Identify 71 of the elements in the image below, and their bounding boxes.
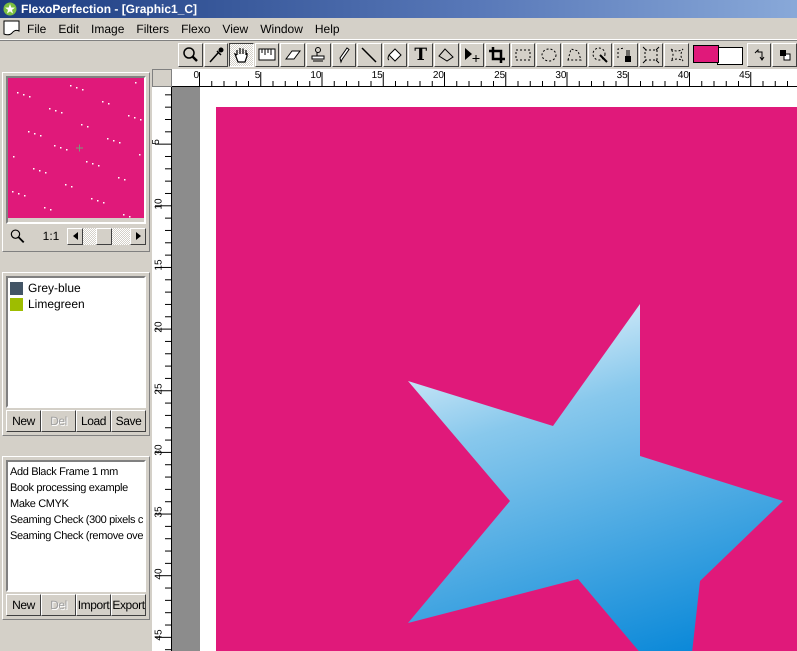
menu-item[interactable]: Help: [308, 22, 346, 36]
ruler-label: 40: [678, 71, 689, 81]
stamp-icon: [309, 46, 328, 64]
ruler-label: 15: [154, 260, 165, 271]
text-tool-button[interactable]: T: [408, 43, 433, 67]
swap-arrow-icon: [753, 49, 766, 61]
default-colors-icon: [778, 49, 791, 61]
ruler-label: 10: [154, 198, 165, 210]
menu-item[interactable]: Filters: [130, 22, 176, 36]
ruler-label: 20: [154, 321, 165, 332]
ruler-label: 35: [616, 71, 628, 81]
action-item[interactable]: Seaming Check (remove ove: [10, 530, 144, 542]
ruler-label: 25: [494, 71, 506, 81]
ruler-label: 30: [154, 444, 165, 456]
ruler-label: 35: [154, 506, 165, 518]
action-item[interactable]: Make CMYK: [10, 498, 69, 510]
menu-item[interactable]: Window: [254, 22, 309, 36]
ruler-label: 5: [152, 139, 162, 145]
ruler-label: 10: [310, 71, 322, 81]
document-icon[interactable]: [3, 20, 21, 37]
zoom-level: 1:1: [42, 229, 60, 243]
panel-button[interactable]: New: [6, 594, 41, 616]
panel-button[interactable]: New: [6, 410, 41, 432]
thumbnail-drawing[interactable]: [8, 78, 144, 218]
ruler-label: 15: [372, 71, 383, 81]
action-item[interactable]: Add Black Frame 1 mm: [10, 466, 118, 478]
right-arrow-button[interactable]: [130, 228, 146, 244]
ruler-label: 45: [154, 630, 165, 641]
ruler-label: 0: [193, 71, 199, 81]
color-name[interactable]: Limegreen: [28, 297, 85, 311]
action-item[interactable]: Book processing example: [10, 482, 128, 494]
foreground-color-swatch[interactable]: [692, 45, 719, 63]
panel-button[interactable]: Export: [111, 594, 146, 616]
menu-item[interactable]: Edit: [52, 22, 86, 36]
bucket-icon: [386, 46, 404, 64]
slider-thumb[interactable]: [96, 228, 112, 244]
right-arrow-icon: [136, 232, 140, 240]
shrink-selection-icon: [642, 46, 660, 64]
eyedropper-icon: [206, 46, 225, 64]
left-arrow-button[interactable]: [67, 228, 84, 244]
menu-item[interactable]: View: [216, 22, 254, 36]
crop-icon: [488, 46, 506, 64]
zoom-slider[interactable]: [67, 228, 146, 244]
line-icon: [360, 46, 378, 64]
ruler-label: 45: [739, 71, 750, 81]
left-arrow-icon: [72, 232, 78, 240]
panel-button[interactable]: Save: [111, 410, 146, 432]
ruler-label: 5: [254, 71, 260, 81]
magic-wand-icon: [590, 46, 609, 64]
star-logo-icon: [3, 2, 17, 16]
ellipse-selection-icon: [540, 46, 558, 64]
window-title: FlexoPerfection - [Graphic1_C]: [21, 2, 198, 16]
ruler-label: 30: [555, 71, 566, 81]
swap-colors-button[interactable]: [746, 43, 772, 67]
action-item[interactable]: Seaming Check (300 pixels c: [10, 514, 144, 526]
panel-button[interactable]: Import: [76, 594, 111, 616]
polygon-icon: [437, 46, 456, 64]
hand-icon: [232, 46, 250, 64]
menu-item[interactable]: File: [21, 22, 52, 36]
ruler-label: 20: [432, 71, 444, 81]
menu-item[interactable]: Flexo: [175, 22, 216, 36]
zoom-icon[interactable]: [10, 228, 25, 244]
magnifier-icon: [181, 46, 200, 64]
color-name[interactable]: Grey-blue: [28, 281, 81, 295]
menu-item[interactable]: Image: [85, 22, 130, 36]
default-colors-button[interactable]: [772, 43, 797, 67]
tool-button[interactable]: [229, 43, 254, 67]
move-arrow-icon: [462, 46, 481, 64]
star-artwork-drawing[interactable]: [216, 107, 797, 651]
panel-button[interactable]: Load: [76, 410, 111, 432]
ruler-corner: [152, 69, 172, 87]
